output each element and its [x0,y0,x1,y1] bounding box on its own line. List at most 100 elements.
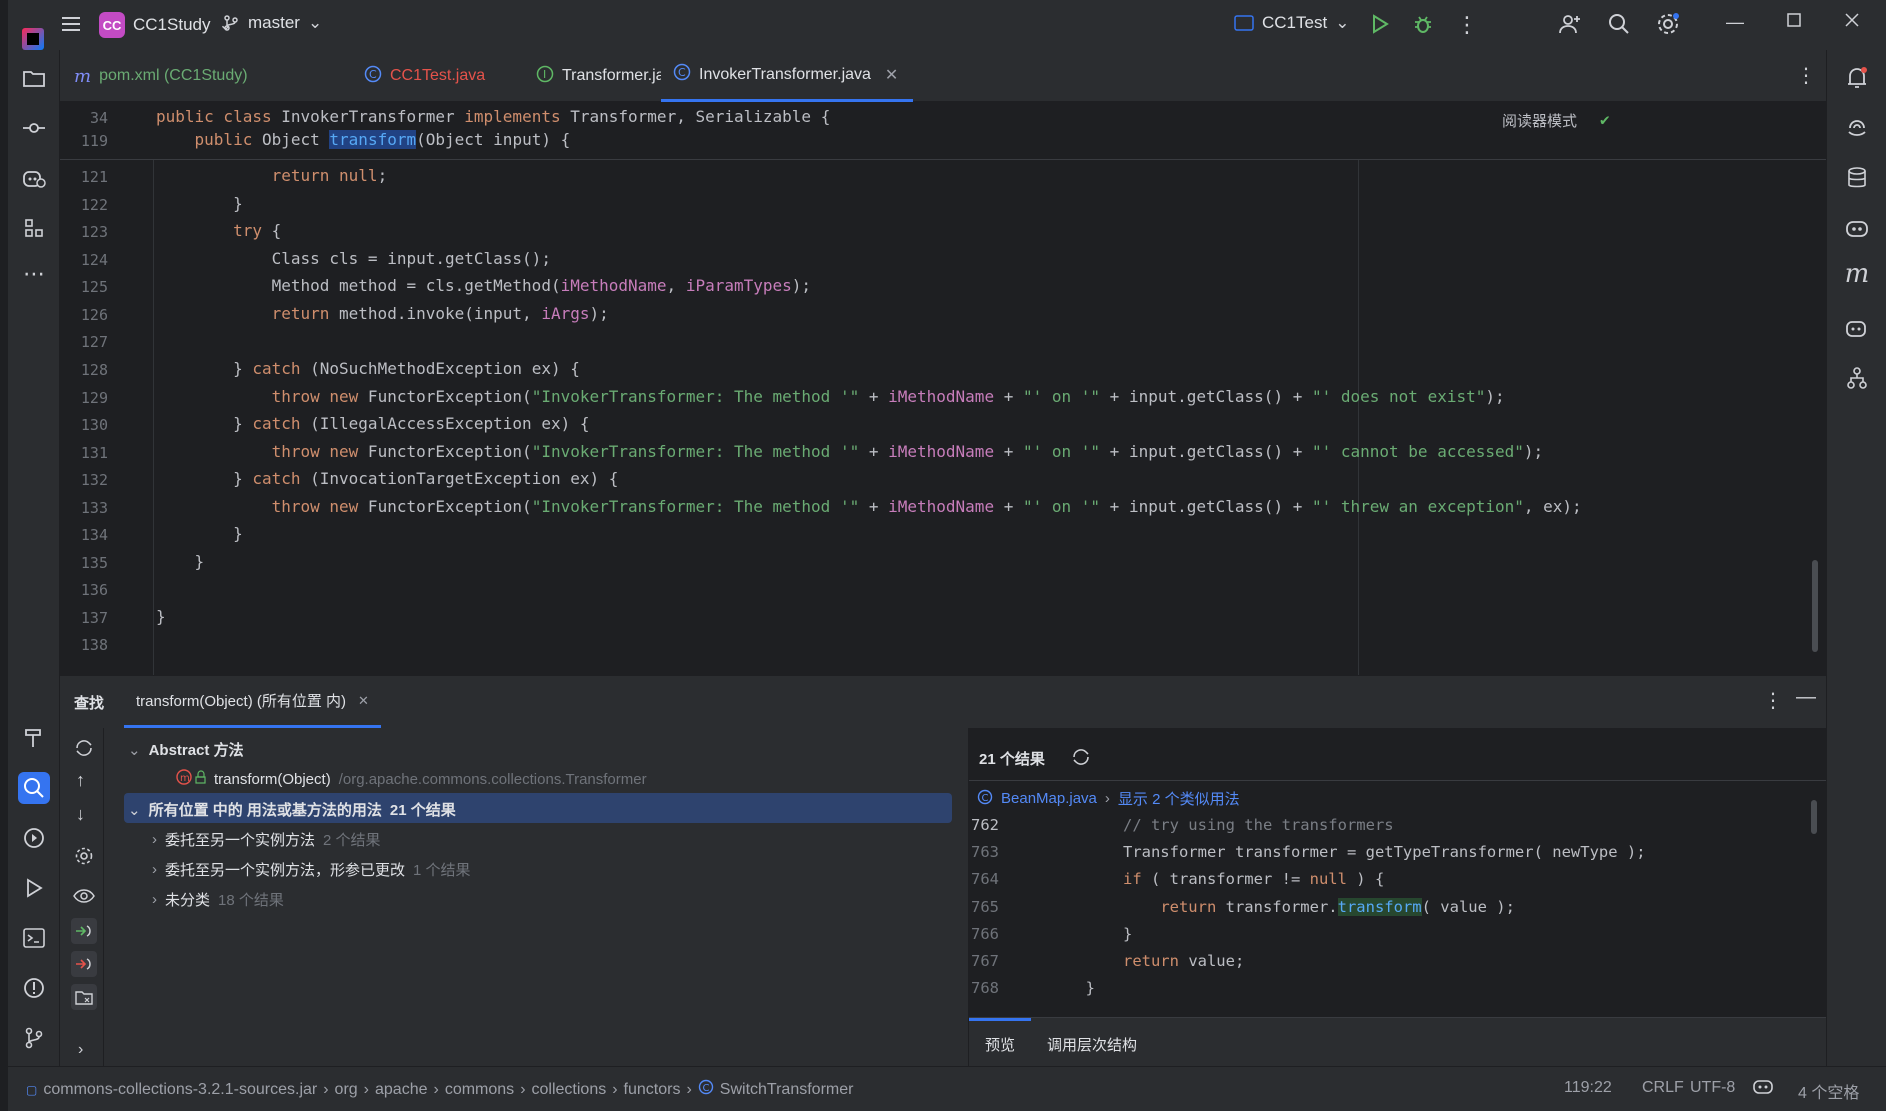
run-tool-icon[interactable] [18,872,50,904]
breadcrumb-item[interactable]: SwitchTransformer [720,1081,854,1099]
close-tab-icon[interactable]: ✕ [885,65,898,85]
rerun-icon[interactable] [74,738,94,758]
tree-node-unclassified[interactable]: › 未分类 18 个结果 [152,889,284,910]
problems-icon[interactable] [18,972,50,1004]
find-tool-icon[interactable] [18,772,50,804]
code-line: Class cls = input.getClass(); [156,249,551,268]
preview-result-count: 21 个结果 [979,751,1045,768]
copilot-icon[interactable] [1841,212,1873,244]
project-selector[interactable]: CC CC1Study ⌄ [99,12,233,38]
find-results-tab[interactable]: transform(Object) (所有位置 内) ✕ [124,676,381,728]
tab-preview[interactable]: 预览 [985,1034,1015,1055]
tree-node-label: 委托至另一个实例方法，形参已更改 [165,862,406,879]
tree-node-delegate[interactable]: › 委托至另一个实例方法 2 个结果 [152,829,381,850]
read-access-icon[interactable] [71,918,97,944]
svg-text:C: C [369,68,377,81]
copilot-chat-icon[interactable] [18,162,50,194]
notifications-icon[interactable] [1841,62,1873,94]
ai-assistant-icon[interactable] [1841,112,1873,144]
run-config-selector[interactable]: CC1Test ⌄ [1234,13,1349,33]
sticky-line-method: public Object transform(Object input) { [156,130,571,149]
line-number: 34 [89,109,108,127]
more-actions-icon[interactable]: ⋮ [1456,12,1478,38]
arrow-up-icon[interactable]: ↑ [76,770,85,791]
build-icon[interactable] [18,722,50,754]
intellij-logo-icon[interactable] [22,28,44,50]
maven-tool-icon[interactable]: m [1841,258,1873,290]
debug-icon[interactable] [1412,13,1434,35]
caret-position[interactable]: 119:22 [1564,1079,1612,1097]
branch-selector[interactable]: master ⌄ [222,13,322,33]
write-access-icon[interactable] [71,951,97,977]
project-badge: CC [99,12,125,38]
breadcrumb-item[interactable]: commons-collections-3.2.1-sources.jar [43,1081,317,1099]
expand-toolbar-icon[interactable]: › [78,1041,83,1059]
refresh-icon[interactable] [1071,747,1091,767]
tree-node-count: 18 个结果 [218,892,284,909]
line-separator[interactable]: CRLF [1642,1079,1684,1097]
class-icon: C [673,63,691,86]
search-icon[interactable] [1608,13,1630,35]
hierarchy-icon[interactable] [1841,362,1873,394]
breadcrumb-item[interactable]: apache [375,1081,428,1099]
tree-node-delegate-changed[interactable]: › 委托至另一个实例方法，形参已更改 1 个结果 [152,859,471,880]
more-tools-icon[interactable]: ⋯ [18,258,50,290]
breadcrumb-item[interactable]: commons [445,1081,514,1099]
tree-node-abstract[interactable]: ⌄ Abstract 方法 [128,739,244,760]
line-number: 127 [80,333,108,351]
main-menu-icon[interactable] [60,13,82,35]
group-by-directory-icon[interactable] [71,984,97,1010]
show-similar-link[interactable]: 显示 2 个类似用法 [1118,788,1240,809]
chevron-right-icon: › [1104,790,1110,807]
git-icon[interactable] [18,1022,50,1054]
add-user-icon[interactable] [1558,13,1582,35]
code-editor[interactable]: 34 public class InvokerTransformer imple… [60,102,1826,675]
code-line: } [1011,925,1133,943]
tree-node-label: 委托至另一个实例方法 [165,832,316,849]
file-encoding[interactable]: UTF-8 [1690,1079,1735,1097]
breadcrumb-item[interactable]: collections [532,1081,607,1099]
code-line: if ( transformer != null ) { [1122,870,1385,888]
breadcrumb-item[interactable]: functors [624,1081,681,1099]
tab-options-icon[interactable]: ⋮ [1796,63,1816,88]
database-icon[interactable] [1841,162,1873,194]
reader-mode-toggle[interactable]: 阅读器模式 [1502,110,1577,131]
line-number: 124 [80,251,108,269]
maximize-icon[interactable] [1786,12,1802,28]
indent-setting[interactable]: 4 个空格 [1798,1079,1859,1103]
preview-file-crumb[interactable]: C BeanMap.java › 显示 2 个类似用法 [977,788,1240,809]
panel-options-icon[interactable]: ⋮ [1763,688,1783,713]
tree-node-usages[interactable]: ⌄ 所有位置 中的 用法或基方法的用法 21 个结果 [128,799,456,820]
close-tab-icon[interactable]: ✕ [358,693,369,709]
structure-icon[interactable] [18,212,50,244]
editor-scrollbar[interactable] [1812,560,1818,652]
tab-cc1test[interactable]: C CC1Test.java [352,50,497,102]
tab-pom-xml[interactable]: m pom.xml (CC1Study) [62,50,260,102]
terminal-icon[interactable] [18,922,50,954]
commit-icon[interactable] [18,112,50,144]
preview-scrollbar[interactable] [1811,800,1817,834]
tab-call-hierarchy[interactable]: 调用层次结构 [1047,1034,1137,1055]
tree-item-abstract-method[interactable]: m transform(Object) /org.apache.commons.… [176,769,647,789]
gear-icon[interactable] [74,846,94,866]
abstract-method-icon: m [176,769,206,789]
settings-icon[interactable] [1656,12,1680,36]
breadcrumb-item[interactable]: org [335,1081,358,1099]
preview-eye-icon[interactable] [73,888,95,904]
hide-panel-icon[interactable]: — [1796,686,1816,709]
project-folder-icon[interactable] [18,62,50,94]
tab-invokertransformer[interactable]: C InvokerTransformer.java ✕ [661,50,913,102]
copilot-status-icon[interactable] [1753,1078,1773,1096]
chevron-right-icon: › [152,831,157,848]
minimize-icon[interactable]: — [1726,12,1744,33]
code-line: return null; [271,166,388,185]
copilot-chat-right-icon[interactable] [1841,312,1873,344]
run-icon[interactable] [1370,13,1390,35]
line-number: 128 [80,361,108,379]
services-icon[interactable] [18,822,50,854]
arrow-down-icon[interactable]: ↓ [76,804,85,825]
line-number: 767 [971,952,999,970]
close-window-icon[interactable] [1844,12,1860,28]
line-number: 123 [80,223,108,241]
preview-code: 762 763 764 765 766 767 768 // try using… [969,812,1826,997]
